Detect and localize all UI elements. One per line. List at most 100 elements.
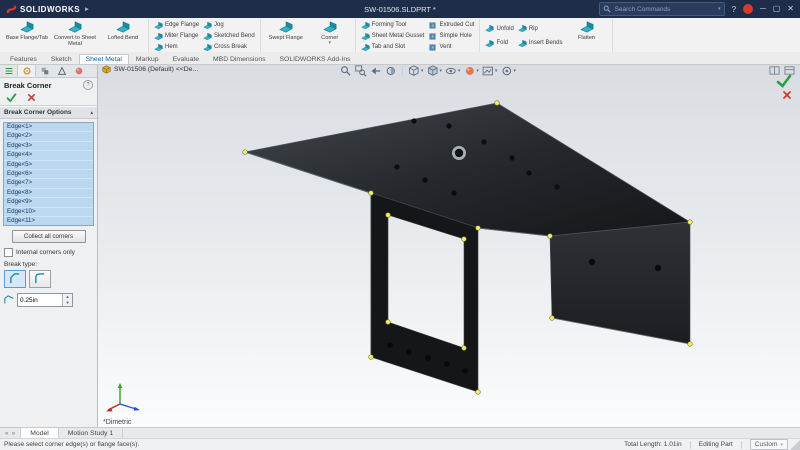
btn-jog[interactable]: Jog (203, 20, 255, 30)
btn-miter-flange[interactable]: Miter Flange (154, 31, 199, 41)
tab-dimxpert[interactable] (53, 64, 70, 77)
btn-flatten[interactable]: Flatten (565, 19, 609, 53)
search-commands-box[interactable]: ▾ (599, 2, 725, 16)
tab-features[interactable]: Features (3, 54, 44, 64)
edge-list-item[interactable]: Edge<3> (4, 142, 93, 151)
chamfer-break-button[interactable] (4, 270, 26, 288)
btn-corner[interactable]: Corner ▾ (308, 19, 352, 53)
user-avatar[interactable] (743, 4, 753, 14)
search-dropdown-caret[interactable]: ▾ (718, 6, 721, 12)
part-top-face[interactable] (245, 103, 690, 236)
btn-tab-and-slot[interactable]: Tab and Slot (361, 42, 425, 52)
dropdown-caret[interactable]: ▾ (421, 68, 424, 74)
edge-list-item[interactable]: Edge<4> (4, 151, 93, 160)
section-collapse-caret[interactable]: ▴ (90, 110, 93, 116)
btn-lofted-bend[interactable]: Lofted Bend (101, 19, 145, 53)
part-right-face[interactable] (550, 222, 690, 344)
maximize-button[interactable]: ▢ (773, 5, 781, 13)
edge-list-item[interactable]: Edge<5> (4, 161, 93, 170)
minimize-button[interactable]: ─ (760, 5, 766, 13)
btn-fold[interactable]: Fold (485, 38, 513, 48)
collect-all-corners-button[interactable]: Collect all corners (12, 230, 86, 243)
break-corner-options-section[interactable]: Break Corner Options ▴ (0, 106, 97, 119)
btn-sheet-metal-gusset[interactable]: Sheet Metal Gusset (361, 31, 425, 41)
edge-list-item[interactable]: Edge<6> (4, 170, 93, 179)
edge-list-item[interactable]: Edge<2> (4, 132, 93, 141)
hem-icon (154, 43, 163, 52)
btn-extruded-cut[interactable]: Extruded Cut (428, 20, 474, 30)
menu-expand-arrow[interactable]: ▸ (85, 5, 89, 13)
dropdown-caret[interactable]: ▾ (458, 68, 461, 74)
apply-scene-icon[interactable]: ▾ (482, 65, 498, 77)
tab-mbd-dimensions[interactable]: MBD Dimensions (206, 54, 273, 64)
solidworks-logo: SOLIDWORKS ▸ (0, 4, 95, 15)
unit-system-dropdown[interactable]: Custom ▾ (750, 439, 788, 450)
edge-list-item[interactable]: Edge<7> (4, 179, 93, 188)
edge-list-item[interactable]: Edge<10> (4, 208, 93, 217)
btn-unfold[interactable]: Unfold (485, 24, 513, 34)
tab-scroll-right-icon[interactable]: » (12, 430, 16, 437)
btn-cross-break[interactable]: Cross Break (203, 42, 255, 52)
zoom-fit-icon[interactable] (340, 65, 352, 77)
btn-edge-flange[interactable]: Edge Flange (154, 20, 199, 30)
tab-sheet-metal[interactable]: Sheet Metal (79, 54, 129, 64)
tab-featuremanager-tree[interactable] (0, 64, 17, 77)
btn-insert-bends[interactable]: Insert Bends (518, 38, 563, 48)
edge-list-item[interactable]: Edge<1> (4, 123, 93, 132)
display-style-icon[interactable]: ▾ (426, 65, 442, 77)
forming-tool-icon (361, 21, 370, 30)
dropdown-caret[interactable]: ▾ (439, 68, 442, 74)
previous-view-icon[interactable] (370, 65, 382, 77)
btn-convert-to-sheet-metal[interactable]: Convert to Sheet Metal (49, 19, 101, 53)
close-button[interactable]: ✕ (787, 5, 794, 13)
tab-sketch[interactable]: Sketch (44, 54, 79, 64)
tab-markup[interactable]: Markup (129, 54, 166, 64)
zoom-area-icon[interactable] (355, 65, 367, 77)
btn-simple-hole[interactable]: Simple Hole (428, 31, 474, 41)
dropdown-caret[interactable]: ▾ (513, 68, 516, 74)
btn-swept-flange[interactable]: Swept Flange (264, 19, 308, 53)
edge-selection-listbox[interactable]: Edge<1> Edge<2> Edge<3> Edge<4> Edge<5> … (3, 122, 94, 226)
spinner-down-icon[interactable]: ▼ (63, 300, 72, 306)
tab-solidworks-addins[interactable]: SOLIDWORKS Add-Ins (273, 54, 358, 64)
distance-spinner[interactable]: ▲▼ (62, 294, 72, 306)
resize-grip[interactable] (790, 440, 800, 450)
fillet-break-button[interactable] (29, 270, 51, 288)
help-button[interactable]: ? (732, 5, 736, 14)
help-icon[interactable]: ? (83, 80, 93, 90)
confirm-ok-icon[interactable] (776, 74, 792, 88)
internal-corners-checkbox[interactable] (4, 248, 13, 257)
search-input[interactable] (613, 5, 716, 14)
dropdown-caret[interactable]: ▾ (476, 68, 479, 74)
part-front-face[interactable] (371, 193, 478, 392)
distance-input[interactable] (18, 294, 62, 306)
edge-list-item[interactable]: Edge<8> (4, 189, 93, 198)
tab-evaluate[interactable]: Evaluate (166, 54, 206, 64)
section-view-icon[interactable] (385, 65, 397, 77)
view-settings-icon[interactable]: ▾ (500, 65, 516, 77)
tab-property-manager[interactable] (17, 64, 36, 77)
graphics-area[interactable]: SW-01506 (Default) <<De... ▾ ▾ (98, 64, 800, 428)
edge-list-item[interactable]: Edge<9> (4, 198, 93, 207)
hide-show-items-icon[interactable]: ▾ (445, 65, 461, 77)
corner-dropdown-caret[interactable]: ▾ (328, 41, 331, 47)
btn-hem[interactable]: Hem (154, 42, 199, 52)
cancel-button[interactable] (27, 93, 36, 102)
edit-appearance-icon[interactable]: ▾ (463, 65, 479, 77)
confirm-cancel-icon[interactable] (782, 90, 792, 100)
btn-rip[interactable]: Rip (518, 24, 563, 34)
units-dropdown-caret: ▾ (780, 442, 783, 448)
document-breadcrumb-tab[interactable]: SW-01506 (Default) <<De... (102, 65, 198, 74)
btn-base-flange-tab[interactable]: Base Flange/Tab (5, 19, 49, 53)
edge-list-item[interactable]: Edge<11> (4, 217, 93, 226)
ok-button[interactable] (6, 92, 17, 103)
part-3d-view[interactable] (98, 64, 800, 428)
view-orientation-icon[interactable]: ▾ (408, 65, 424, 77)
tab-configurations[interactable] (36, 64, 53, 77)
dropdown-caret[interactable]: ▾ (495, 68, 498, 74)
btn-sketched-bend[interactable]: Sketched Bend (203, 31, 255, 41)
tab-scroll-left-icon[interactable]: « (5, 430, 9, 437)
btn-vent[interactable]: Vent (428, 42, 474, 52)
btn-forming-tool[interactable]: Forming Tool (361, 20, 425, 30)
tab-display-manager[interactable] (70, 64, 87, 77)
